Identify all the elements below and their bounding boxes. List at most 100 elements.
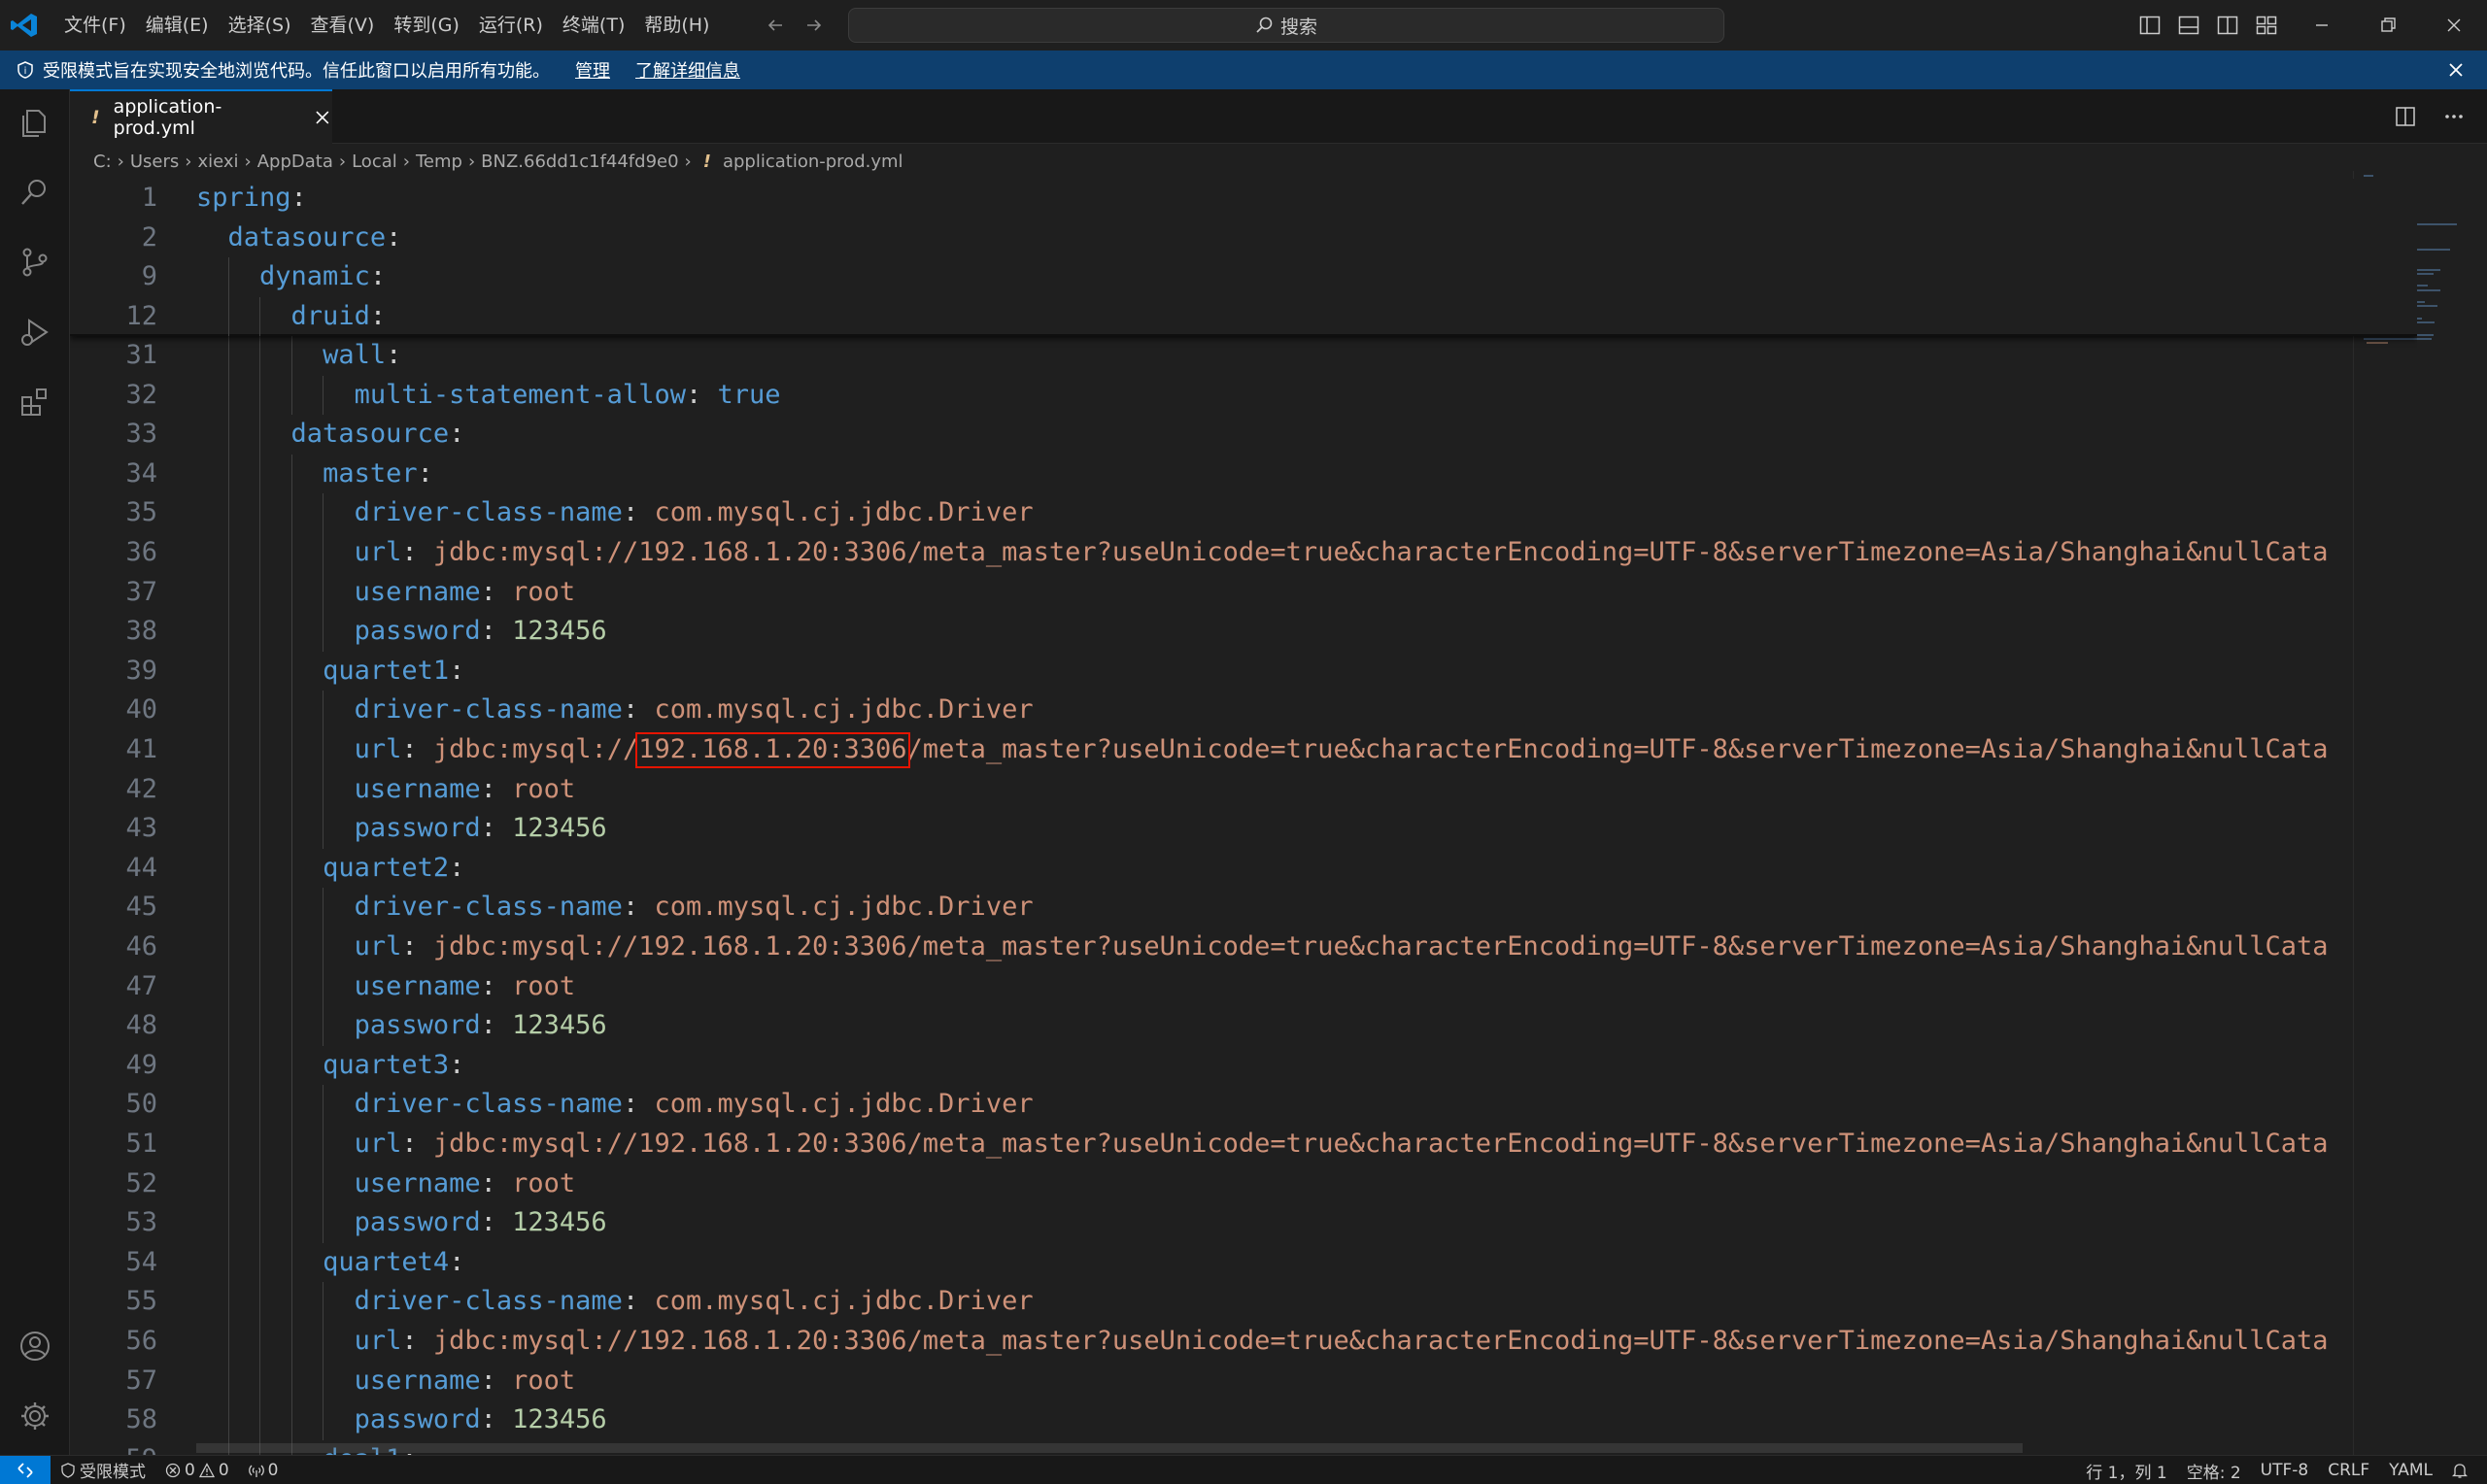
svg-text:i: i	[24, 66, 27, 77]
code-text: quartet4:	[323, 1243, 464, 1283]
language-mode-status[interactable]: YAML	[2379, 1456, 2442, 1484]
horizontal-scrollbar[interactable]	[196, 1443, 2023, 1453]
yaml-file-icon: !	[91, 107, 100, 128]
toggle-secondary-sidebar-icon[interactable]	[2215, 12, 2240, 39]
toggle-panel-icon[interactable]	[2176, 12, 2201, 39]
yaml-value: root	[512, 1365, 576, 1396]
minimize-icon[interactable]	[2289, 0, 2355, 51]
yaml-value: root	[512, 970, 576, 1001]
indentation-status[interactable]: 空格: 2	[2177, 1456, 2251, 1484]
remote-indicator-icon[interactable]	[0, 1455, 51, 1484]
learn-more-link[interactable]: 了解详细信息	[635, 57, 740, 83]
code-line: 31 wall:	[70, 336, 2417, 376]
breadcrumb-segment[interactable]: AppData	[257, 152, 333, 172]
indent-guide	[323, 1164, 324, 1204]
indent-guide	[227, 848, 229, 889]
settings-gear-icon[interactable]	[16, 1397, 54, 1435]
restore-icon[interactable]	[2355, 0, 2421, 51]
status-bar-right: 行 1，列 1 空格: 2 UTF-8 CRLF YAML	[2076, 1456, 2477, 1484]
minimap[interactable]	[2353, 171, 2487, 1455]
breadcrumb-segment[interactable]: BNZ.66dd1c1f44fd9e0	[481, 152, 678, 172]
breadcrumb-segment[interactable]: xiexi	[197, 152, 238, 172]
indent-guide	[290, 612, 292, 652]
indent-guide	[227, 493, 229, 533]
indent-guide	[227, 1282, 229, 1322]
breadcrumb-segment[interactable]: Temp	[416, 152, 462, 172]
line-number: 9	[141, 261, 157, 292]
shield-status-icon	[61, 1462, 75, 1478]
yaml-value: 123456	[512, 1010, 607, 1041]
yaml-key: password	[354, 1010, 481, 1041]
code-editor[interactable]: 1 spring: 2 datasource: 9 dynamic: 12 druid: 31…	[70, 179, 2417, 1455]
problems-status[interactable]: 0 0	[155, 1456, 239, 1484]
colon: :	[480, 1207, 513, 1238]
manage-link[interactable]: 管理	[575, 57, 610, 83]
indent-guide	[323, 1400, 324, 1440]
menu-item[interactable]: 编辑(E)	[136, 9, 219, 42]
cursor-position[interactable]: 行 1，列 1	[2076, 1456, 2176, 1484]
command-center-search[interactable]: 搜索	[848, 8, 1724, 43]
ports-status[interactable]: 0	[239, 1456, 289, 1484]
menu-item[interactable]: 文件(F)	[54, 9, 136, 42]
breadcrumb-segment[interactable]: C:	[93, 152, 112, 172]
notifications-bell-icon[interactable]	[2442, 1456, 2477, 1484]
breadcrumb-segment[interactable]: Local	[352, 152, 397, 172]
indent-guide	[323, 966, 324, 1007]
menu-item[interactable]: 运行(R)	[469, 9, 553, 42]
code-line: 37 username: root	[70, 572, 2417, 613]
error-count: 0	[185, 1460, 195, 1480]
colon: :	[401, 1326, 433, 1356]
code-line: 56 url: jdbc:mysql://192.168.1.20:3306/me…	[70, 1322, 2417, 1362]
indent-guide	[259, 572, 261, 613]
close-window-icon[interactable]	[2421, 0, 2487, 51]
back-arrow-icon[interactable]	[763, 12, 788, 39]
source-control-icon[interactable]	[16, 243, 54, 282]
tab-application-prod-yml[interactable]: ! application-prod.yml	[70, 89, 332, 144]
yaml-value: com.mysql.cj.jdbc.Driver	[654, 1089, 1034, 1120]
yaml-key: username	[354, 576, 481, 607]
breadcrumb-segment[interactable]: Users	[130, 152, 179, 172]
menu-bar: 文件(F) 编辑(E) 选择(S) 查看(V) 转到(G) 运行(R) 终端(T) 帮助(H)	[54, 0, 719, 51]
indent-guide	[259, 651, 261, 691]
menu-item[interactable]: 选择(S)	[219, 9, 301, 42]
indent-guide	[323, 1282, 324, 1322]
forward-arrow-icon[interactable]	[801, 12, 827, 39]
line-number: 35	[125, 497, 157, 528]
code-text: username: root	[355, 1362, 576, 1401]
line-ending-status[interactable]: CRLF	[2318, 1456, 2379, 1484]
run-and-debug-icon[interactable]	[16, 313, 54, 352]
yaml-key: url	[354, 734, 402, 764]
colon: :	[386, 221, 402, 253]
accounts-icon[interactable]	[16, 1327, 54, 1366]
indent-guide	[259, 454, 261, 494]
code-line: 54 quartet4:	[70, 1242, 2417, 1283]
toggle-primary-sidebar-icon[interactable]	[2137, 12, 2163, 39]
line-number: 41	[125, 734, 157, 764]
close-tab-icon[interactable]	[313, 108, 332, 127]
extensions-icon[interactable]	[16, 383, 54, 422]
explorer-icon[interactable]	[16, 103, 54, 142]
yaml-key: master	[323, 457, 418, 489]
layout-controls	[2137, 12, 2279, 39]
code-line: 35 driver-class-name: com.mysql.cj.jdbc.D…	[70, 493, 2417, 533]
menu-item[interactable]: 转到(G)	[384, 9, 469, 42]
indent-guide	[227, 336, 229, 376]
customize-layout-icon[interactable]	[2254, 12, 2279, 39]
more-actions-icon[interactable]	[2440, 103, 2468, 130]
breadcrumb-segment[interactable]: application-prod.yml	[723, 152, 903, 172]
yaml-key: quartet2	[323, 852, 450, 883]
line-number: 12	[125, 300, 157, 331]
menu-item[interactable]: 终端(T)	[553, 9, 634, 42]
split-editor-icon[interactable]	[2392, 103, 2419, 130]
menu-item[interactable]: 查看(V)	[301, 9, 385, 42]
encoding-status[interactable]: UTF-8	[2251, 1456, 2319, 1484]
restricted-mode-status[interactable]: 受限模式	[51, 1456, 155, 1484]
code-text: quartet2:	[323, 849, 464, 889]
menu-item[interactable]: 帮助(H)	[634, 9, 719, 42]
yaml-value: com.mysql.cj.jdbc.Driver	[654, 497, 1034, 528]
line-number: 44	[125, 852, 157, 883]
indent-guide	[227, 1203, 229, 1243]
search-sidebar-icon[interactable]	[16, 173, 54, 212]
close-banner-icon[interactable]	[2444, 58, 2468, 82]
line-number: 53	[125, 1207, 157, 1238]
